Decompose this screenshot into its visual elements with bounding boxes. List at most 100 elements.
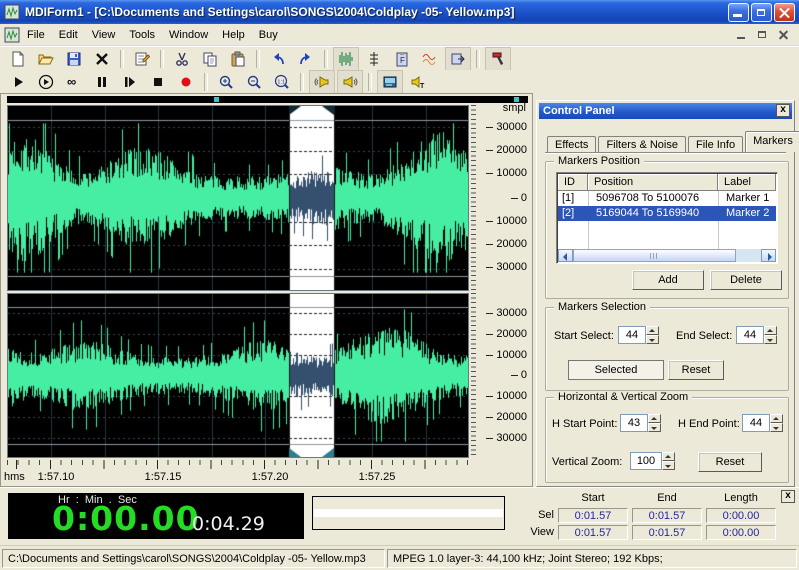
play-button[interactable] (5, 70, 31, 94)
paste-special-button[interactable]: F (389, 47, 415, 71)
control-panel-titlebar[interactable]: Control Panel x (539, 103, 792, 119)
spin-down-icon[interactable] (770, 423, 783, 432)
add-marker-button[interactable]: Add (632, 270, 704, 290)
zoom-reset-button[interactable]: Reset (698, 452, 762, 472)
pause-button[interactable] (89, 70, 115, 94)
mdi-close-button[interactable] (775, 27, 793, 43)
effects-wave-button[interactable] (417, 47, 443, 71)
tab-markers[interactable]: Markers (745, 131, 799, 152)
redo-button[interactable] (293, 47, 319, 71)
step-forward-icon (125, 76, 135, 87)
column-header-id[interactable]: ID (558, 174, 588, 191)
delete-file-button[interactable] (89, 47, 115, 71)
waveform-left-channel[interactable] (8, 106, 468, 290)
waveform-view-button[interactable] (333, 46, 359, 71)
tab-filters-noise[interactable]: Filters & Noise (598, 136, 686, 153)
mdi-restore-button[interactable] (754, 27, 772, 43)
save-file-button[interactable] (61, 47, 87, 71)
h-start-value[interactable]: 43 (620, 414, 648, 432)
menu-help[interactable]: Help (215, 27, 252, 43)
table-row[interactable]: [1] 5096708 To 5100076 Marker 1 (558, 191, 776, 206)
amplitude-tick-label: 20000 (486, 411, 527, 423)
selection-info-panel: Start End Length x Sel 0:01.57 0:01.57 0:00.0… (520, 488, 799, 546)
display-info-button[interactable] (377, 69, 403, 94)
mdi-minimize-button[interactable] (733, 27, 751, 43)
overview-bar[interactable] (7, 96, 528, 103)
play-all-button[interactable] (33, 70, 59, 94)
scroll-right-icon[interactable] (761, 249, 776, 262)
sample-unit-label: smpl (502, 102, 526, 114)
toolbar-separator (256, 49, 260, 68)
selection-info-row-label: Sel (538, 509, 554, 521)
tab-effects[interactable]: Effects (547, 136, 597, 153)
paste-button[interactable] (225, 47, 251, 71)
spin-up-icon[interactable] (648, 414, 661, 423)
cut-button[interactable] (169, 47, 195, 71)
control-panel-close-icon[interactable]: x (776, 104, 790, 117)
spin-up-icon[interactable] (770, 414, 783, 423)
markers-table-body[interactable]: [1] 5096708 To 5100076 Marker 1 [2] 5169044 … (558, 191, 776, 249)
step-forward-button[interactable] (117, 70, 143, 94)
menu-view[interactable]: View (85, 27, 123, 43)
minimize-button[interactable] (728, 3, 749, 22)
paste-special-icon: F (396, 51, 408, 66)
marker-tool-button[interactable] (361, 47, 387, 71)
markers-table-scrollbar[interactable] (558, 249, 776, 262)
overview-position-marker[interactable] (214, 97, 219, 102)
markers-position-group: Markers Position ID Position Label [1] 5096… (545, 155, 789, 299)
table-row[interactable]: [2] 5169044 To 5169940 Marker 2 (558, 206, 776, 221)
zoom-in-button[interactable] (213, 70, 239, 94)
open-file-button[interactable] (33, 47, 59, 71)
zoom-actual-button[interactable]: 1:1 (269, 70, 295, 94)
vertical-zoom-value[interactable]: 100 (630, 452, 662, 470)
spin-down-icon[interactable] (764, 335, 777, 344)
spin-down-icon[interactable] (662, 461, 675, 470)
restore-button[interactable] (751, 3, 772, 22)
undo-button[interactable] (265, 47, 291, 71)
selected-button[interactable]: Selected (568, 360, 664, 380)
zoom-out-button[interactable] (241, 70, 267, 94)
new-file-button[interactable] (5, 47, 31, 71)
record-button[interactable] (173, 70, 199, 94)
amplitude-tick-label: 10000 (486, 167, 527, 179)
scroll-left-icon[interactable] (558, 249, 573, 262)
menu-window[interactable]: Window (162, 27, 215, 43)
menu-tools[interactable]: Tools (122, 27, 162, 43)
spin-down-icon[interactable] (646, 335, 659, 344)
speaker-text-button[interactable]: T (405, 70, 431, 94)
progress-bar[interactable] (312, 496, 505, 530)
loop-infinite-button[interactable]: ∞ (61, 70, 87, 94)
markers-reset-button[interactable]: Reset (668, 360, 724, 380)
export-audio-button[interactable] (445, 46, 471, 71)
h-start-label: H Start Point: (552, 418, 618, 430)
properties-button[interactable] (129, 47, 155, 71)
speaker-left-button[interactable] (309, 69, 335, 94)
speaker-right-button[interactable] (337, 69, 363, 94)
column-header-position[interactable]: Position (588, 174, 718, 191)
end-select-value[interactable]: 44 (736, 326, 764, 344)
elapsed-time: 0:00.00 (52, 499, 200, 538)
spin-up-icon[interactable] (646, 326, 659, 335)
waveform-right-channel[interactable] (8, 294, 468, 457)
copy-icon (203, 52, 217, 66)
menu-file[interactable]: File (20, 27, 52, 43)
spin-down-icon[interactable] (648, 423, 661, 432)
selection-info-close-icon[interactable]: x (781, 490, 795, 503)
spin-up-icon[interactable] (662, 452, 675, 461)
start-select-value[interactable]: 44 (618, 326, 646, 344)
delete-marker-button[interactable]: Delete (710, 270, 782, 290)
scrollbar-thumb[interactable] (573, 249, 736, 262)
stop-button[interactable] (145, 70, 171, 94)
menu-buy[interactable]: Buy (252, 27, 285, 43)
copy-button[interactable] (197, 47, 223, 71)
spin-up-icon[interactable] (764, 326, 777, 335)
control-panel: Control Panel x Effects Filters & Noise Fi… (536, 100, 799, 487)
record-icon (181, 77, 191, 86)
close-button[interactable] (774, 3, 795, 22)
menu-edit[interactable]: Edit (52, 27, 85, 43)
column-header-label[interactable]: Label (718, 174, 776, 191)
h-end-value[interactable]: 44 (742, 414, 770, 432)
tools-button[interactable] (485, 46, 511, 71)
window-title: MDIForm1 - [C:\Documents and Settings\ca… (25, 5, 515, 19)
tab-file-info[interactable]: File Info (687, 136, 744, 153)
